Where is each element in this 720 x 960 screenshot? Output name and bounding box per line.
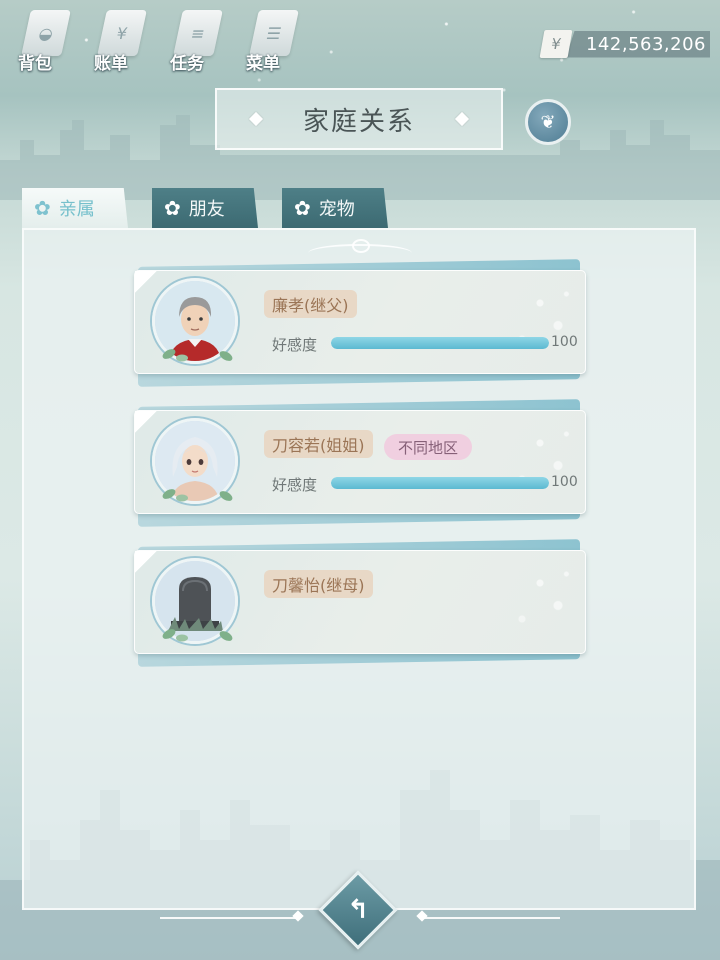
menu-label: 菜单 — [246, 54, 280, 74]
affection-bar — [331, 337, 549, 349]
yen-icon: ¥ — [539, 30, 573, 58]
relative-name-tag: 廉孝(继父) — [264, 290, 357, 318]
money-display: ¥ 142,563,206 — [539, 30, 710, 58]
avatar-tombstone[interactable] — [152, 558, 238, 644]
menu-button[interactable]: ☰ 菜单 — [238, 6, 306, 76]
affection-label: 好感度 — [272, 336, 318, 354]
different-region-badge: 不同地区 — [384, 434, 473, 460]
task-button[interactable]: ≡ 任务 — [162, 6, 230, 76]
relative-card-stepfather[interactable]: 廉孝(继父) 好感度 100 — [134, 259, 586, 387]
flower-icon: ✿ — [164, 196, 181, 220]
bill-label: 账单 — [94, 54, 128, 74]
top-toolbar: ◒ 背包 ¥ 账单 ≡ 任务 ☰ 菜单 — [10, 6, 306, 76]
tab-relatives-label: 亲属 — [58, 199, 95, 220]
relation-tabs: ✿ 亲属 ✿ 朋友 ✿ 宠物 — [22, 188, 388, 228]
bill-button[interactable]: ¥ 账单 — [86, 6, 154, 76]
avatar-silver-hair-girl[interactable] — [152, 418, 238, 504]
relative-card-stepmother[interactable]: 刀馨怡(继母) — [134, 539, 586, 667]
relative-name-tag: 刀馨怡(继母) — [264, 570, 373, 598]
affection-bar-fill — [331, 337, 549, 349]
affection-bar-fill — [331, 477, 549, 489]
tab-relatives[interactable]: ✿ 亲属 — [22, 188, 128, 228]
relative-name-tag: 刀容若(姐姐) — [264, 430, 373, 458]
flower-icon: ✿ — [294, 196, 311, 220]
avatar-elderly-man[interactable] — [152, 278, 238, 364]
tab-pets[interactable]: ✿ 宠物 — [282, 188, 388, 228]
family-tree-button[interactable]: ❦ — [525, 99, 571, 145]
flower-icon: ✿ — [34, 196, 51, 220]
footer-divider-right — [420, 917, 560, 919]
page-title-frame: 家庭关系 — [215, 88, 503, 150]
affection-bar — [331, 477, 549, 489]
lace-decoration — [456, 556, 576, 646]
tab-pets-label: 宠物 — [318, 199, 355, 220]
backpack-label: 背包 — [18, 54, 52, 74]
backpack-button[interactable]: ◒ 背包 — [10, 6, 78, 76]
page-title: 家庭关系 — [302, 106, 415, 137]
task-label: 任务 — [170, 54, 204, 74]
relative-card-sister[interactable]: 刀容若(姐姐) 不同地区 好感度 100 — [134, 399, 586, 527]
footer-divider-left — [160, 917, 300, 919]
diamond-ornament-left — [248, 111, 264, 127]
money-amount: 142,563,206 — [565, 30, 710, 58]
tree-icon: ❦ — [540, 111, 556, 133]
affection-label: 好感度 — [272, 476, 318, 494]
affection-value: 100 — [551, 334, 578, 350]
family-relations-screen: ◒ 背包 ¥ 账单 ≡ 任务 ☰ 菜单 ¥ 142,563,206 家庭关系 ❦… — [0, 0, 720, 960]
lace-decoration — [456, 416, 576, 506]
affection-value: 100 — [551, 474, 578, 490]
back-arrow-icon: ↰ — [347, 895, 369, 925]
panel-ornament — [308, 239, 412, 262]
tab-friends-label: 朋友 — [188, 199, 225, 220]
tab-friends[interactable]: ✿ 朋友 — [152, 188, 258, 228]
diamond-ornament-right — [454, 111, 470, 127]
lace-decoration — [456, 276, 576, 366]
